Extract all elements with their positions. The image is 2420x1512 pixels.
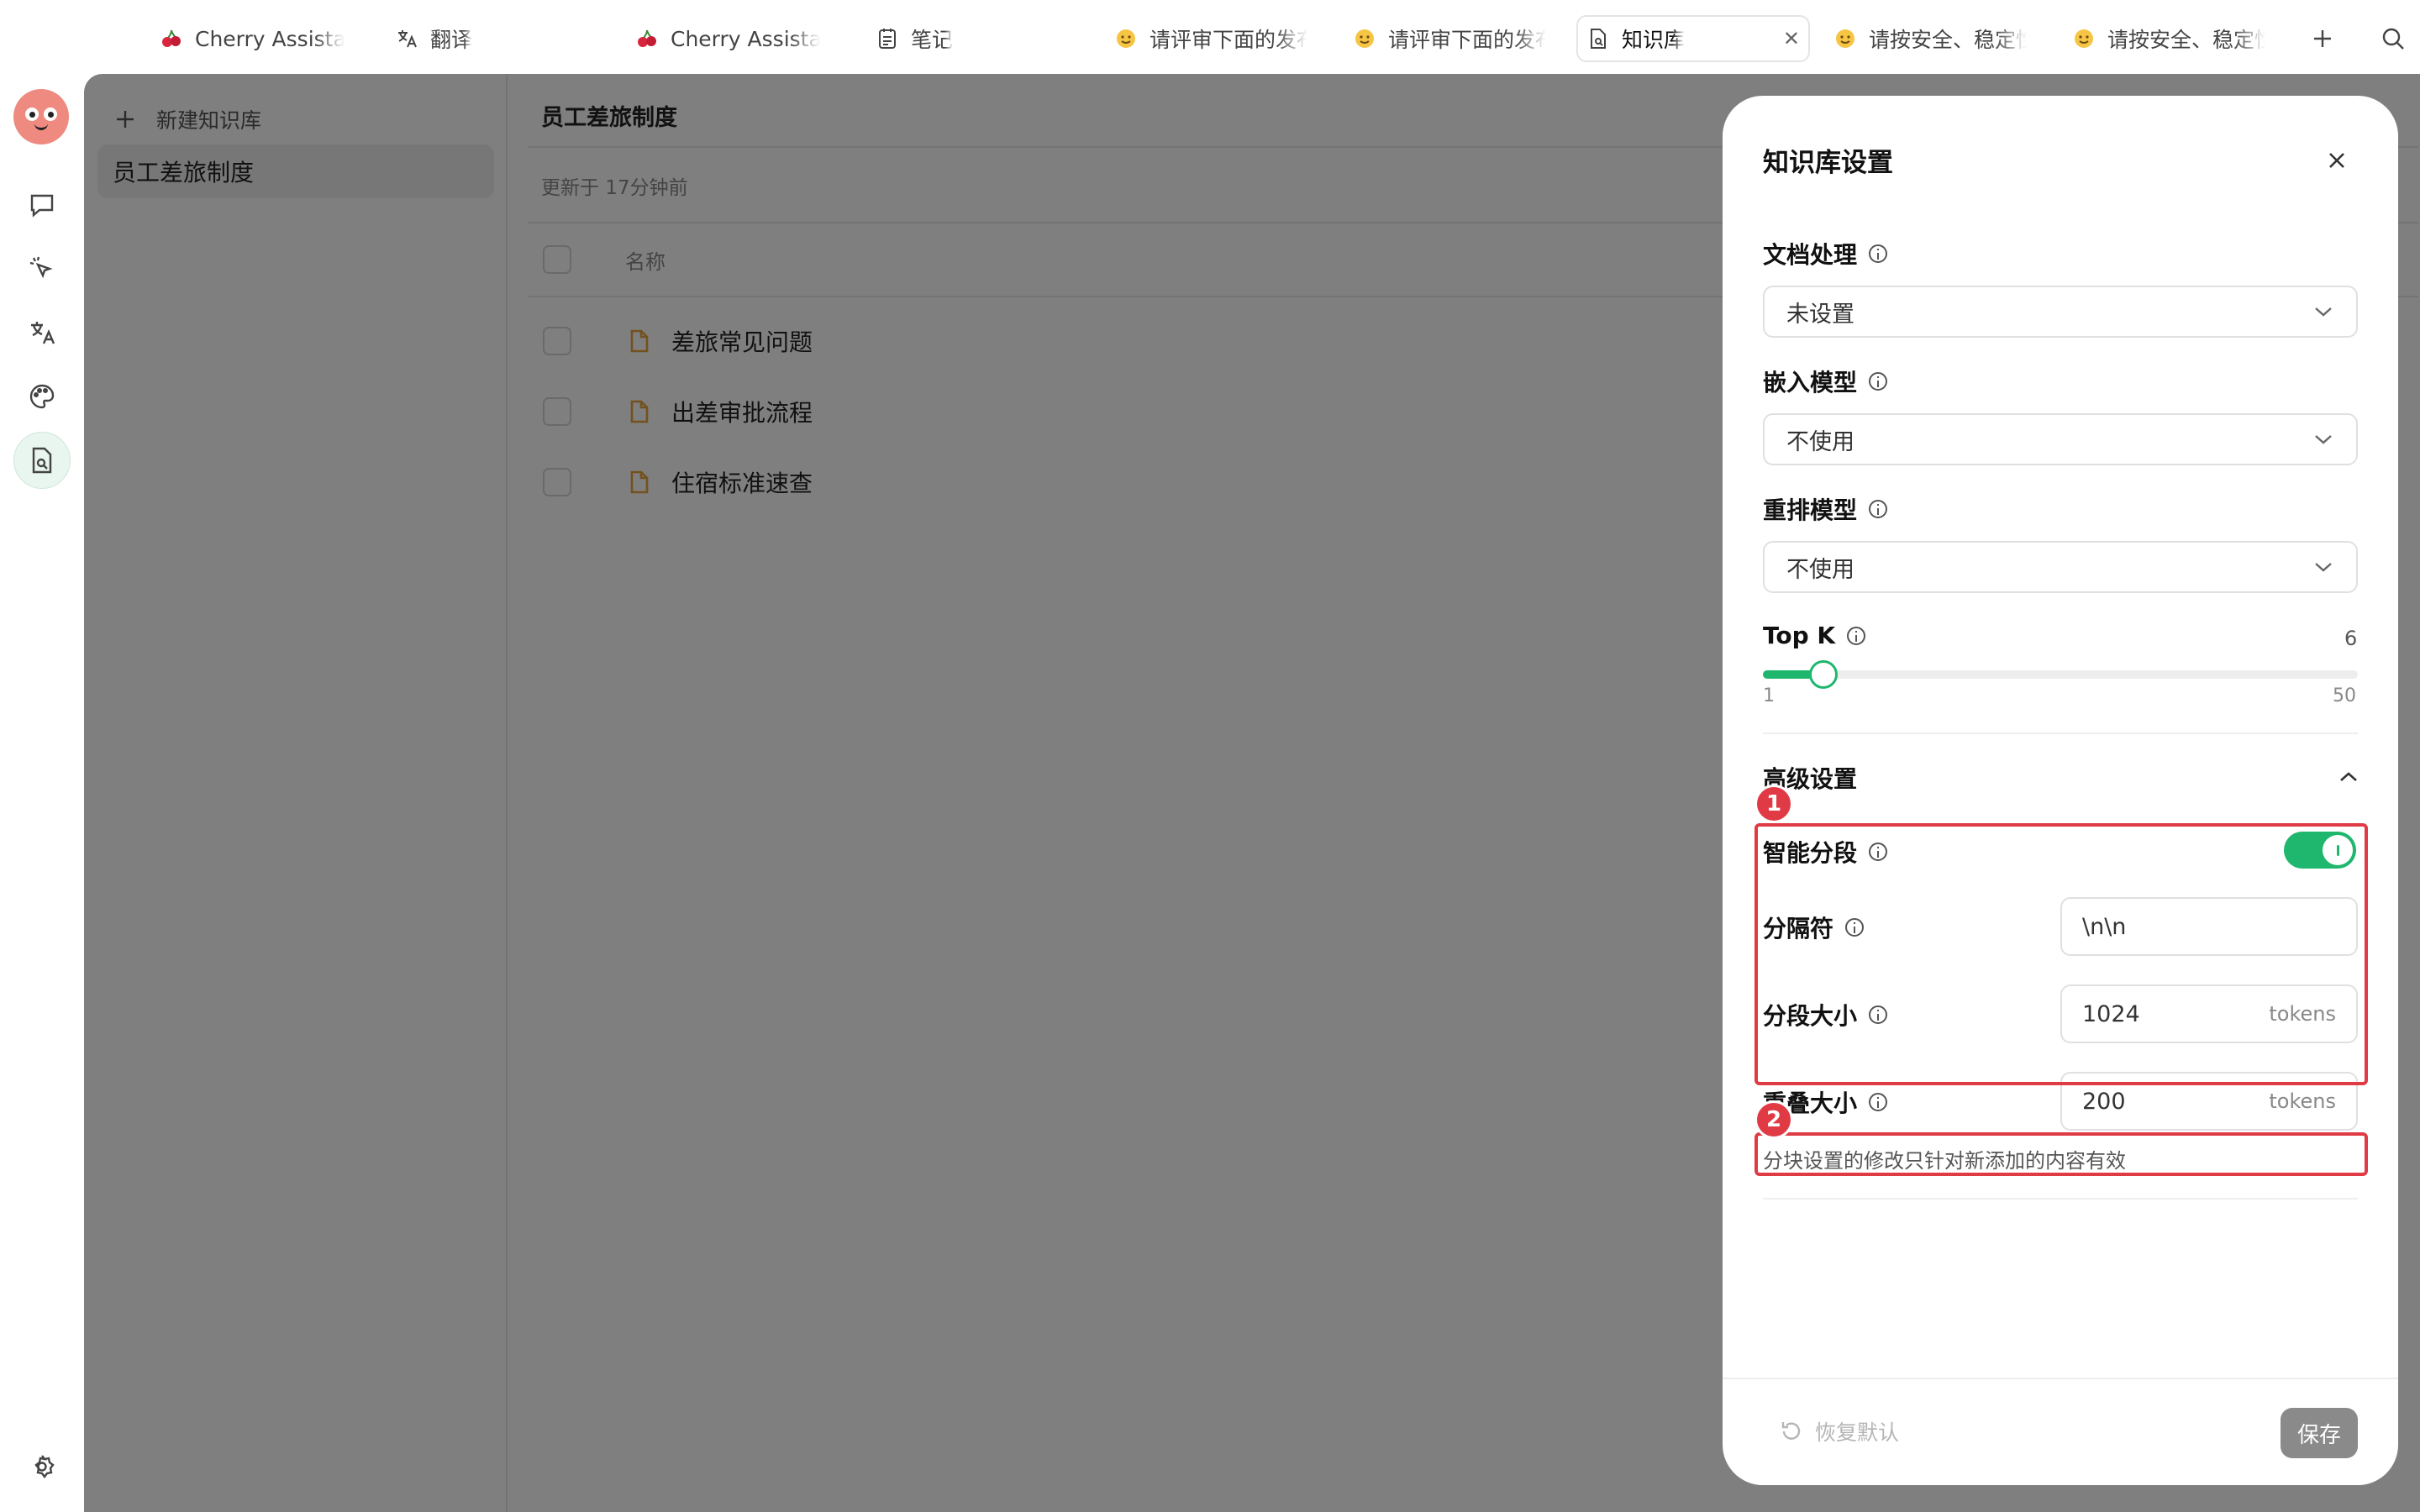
- chat-icon[interactable]: [13, 176, 71, 234]
- footer-divider: [1723, 1378, 2398, 1379]
- divider: [1763, 1198, 2358, 1200]
- paint-icon[interactable]: [13, 368, 71, 425]
- reset-label: 恢复默认: [1815, 1420, 1900, 1445]
- cherry-icon: [635, 27, 659, 50]
- rerank-label: 重排模型: [1763, 492, 1888, 526]
- label-text: 文档处理: [1763, 241, 1858, 269]
- emoji-icon: [1114, 27, 1138, 50]
- avatar-mouth: [34, 123, 48, 130]
- chevron-up-icon[interactable]: [2336, 764, 2361, 790]
- label-text: 嵌入模型: [1763, 369, 1858, 396]
- tab-review-1[interactable]: 请评审下面的发布: [1106, 15, 1316, 62]
- emoji-icon: [1353, 27, 1376, 50]
- knowledge-settings-panel: 知识库设置 文档处理 未设置 嵌入模型 不使用 重排模型 不使用 Top K 6…: [1723, 96, 2398, 1485]
- avatar-eye: [25, 108, 39, 121]
- doc-processing-select[interactable]: 未设置: [1763, 286, 2358, 338]
- panel-title: 知识库设置: [1763, 148, 1893, 178]
- info-icon[interactable]: [1847, 626, 1866, 645]
- tab-label: 翻译: [430, 28, 473, 52]
- tab-label: 请评审下面的发布: [1150, 28, 1307, 52]
- knowledge-icon[interactable]: [13, 432, 71, 489]
- settings-icon[interactable]: [13, 1438, 71, 1495]
- topk-slider[interactable]: [1763, 660, 2358, 689]
- tab-label: 请按安全、稳定性: [2107, 28, 2265, 52]
- info-icon[interactable]: [1869, 500, 1888, 518]
- emoji-icon: [2072, 27, 2096, 50]
- tab-label: Cherry Assistant: [671, 26, 820, 51]
- tab-label: 请评审下面的发布: [1388, 28, 1546, 52]
- info-icon[interactable]: [1869, 244, 1888, 263]
- avatar[interactable]: [13, 89, 69, 144]
- knowledge-icon: [1586, 27, 1610, 50]
- tab-cherry-assistant-2[interactable]: Cherry Assistant: [627, 15, 829, 62]
- select-value: 未设置: [1786, 301, 1854, 328]
- tab-label: 笔记: [911, 28, 954, 52]
- tab-cherry-assistant-1[interactable]: Cherry Assistant: [151, 15, 353, 62]
- chevron-down-icon: [2312, 301, 2334, 323]
- tab-bar: Cherry Assistant 翻译 Cherry Assistant 笔记 …: [0, 0, 2420, 74]
- save-button[interactable]: 保存: [2281, 1408, 2358, 1458]
- doc-processing-label: 文档处理: [1763, 237, 1888, 270]
- divider: [1763, 732, 2358, 734]
- cherry-icon: [160, 27, 183, 50]
- annotation-badge-2: 2: [1754, 1100, 1793, 1139]
- close-icon[interactable]: ✕: [1783, 27, 1800, 50]
- annotation-box-2: [1754, 1132, 2368, 1176]
- translate-icon[interactable]: [13, 304, 71, 361]
- slider-min: 1: [1763, 685, 1775, 706]
- annotation-box-1: [1754, 823, 2368, 1085]
- chevron-down-icon: [2312, 556, 2334, 578]
- close-icon[interactable]: [2316, 139, 2358, 181]
- tab-notes[interactable]: 笔记: [867, 15, 1002, 62]
- search-icon[interactable]: [2373, 18, 2413, 59]
- add-tab-icon[interactable]: [2302, 18, 2343, 59]
- info-icon[interactable]: [1869, 1093, 1888, 1111]
- label-text: Top K: [1763, 622, 1836, 649]
- agents-icon[interactable]: [13, 240, 71, 297]
- avatar-eye: [44, 108, 57, 121]
- tab-translate[interactable]: 翻译: [387, 15, 521, 62]
- embedding-select[interactable]: 不使用: [1763, 413, 2358, 465]
- reset-default-button[interactable]: 恢复默认: [1780, 1416, 1899, 1446]
- translate-icon: [395, 27, 418, 50]
- select-value: 不使用: [1786, 556, 1854, 583]
- tab-knowledge[interactable]: 知识库 ✕: [1576, 15, 1810, 62]
- topk-value: 6: [2344, 627, 2358, 650]
- unit-label: tokens: [2269, 1089, 2336, 1113]
- chevron-down-icon: [2312, 428, 2334, 450]
- embedding-label: 嵌入模型: [1763, 365, 1888, 398]
- info-icon[interactable]: [1869, 372, 1888, 391]
- label-text: 重排模型: [1763, 496, 1858, 524]
- select-value: 不使用: [1786, 428, 1854, 455]
- tab-review-2[interactable]: 请评审下面的发布: [1344, 15, 1555, 62]
- annotation-badge-1: 1: [1754, 785, 1793, 823]
- tab-label: 知识库: [1622, 28, 1686, 52]
- app-sidebar: [0, 74, 84, 1512]
- tab-security-2[interactable]: 请按安全、稳定性: [2064, 15, 2274, 62]
- rerank-select[interactable]: 不使用: [1763, 541, 2358, 593]
- reset-icon: [1781, 1422, 1801, 1440]
- input-value: 200: [2082, 1088, 2126, 1115]
- tab-security-1[interactable]: 请按安全、稳定性: [1825, 15, 2035, 62]
- slider-thumb[interactable]: [1809, 660, 1839, 689]
- tab-label: 请按安全、稳定性: [1869, 28, 2027, 52]
- notes-icon: [876, 27, 899, 50]
- tab-label: Cherry Assistant: [195, 26, 345, 51]
- topk-label: Top K: [1763, 622, 1866, 649]
- emoji-icon: [1833, 27, 1857, 50]
- slider-max: 50: [2333, 685, 2356, 706]
